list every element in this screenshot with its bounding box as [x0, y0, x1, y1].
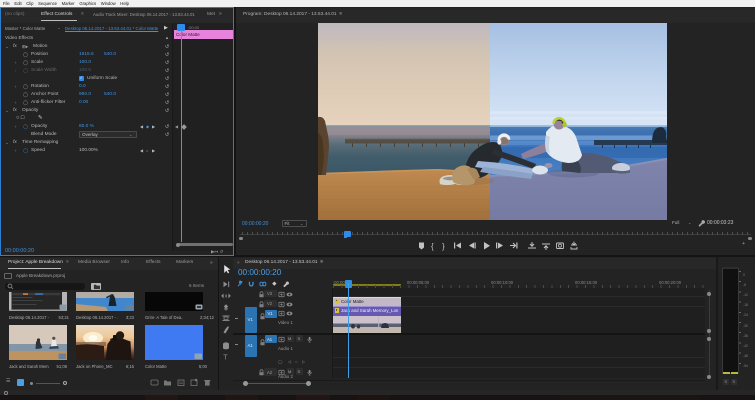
svg-text:{: {	[431, 242, 434, 251]
svg-text:T: T	[223, 355, 228, 362]
svg-text:}: }	[442, 242, 445, 251]
